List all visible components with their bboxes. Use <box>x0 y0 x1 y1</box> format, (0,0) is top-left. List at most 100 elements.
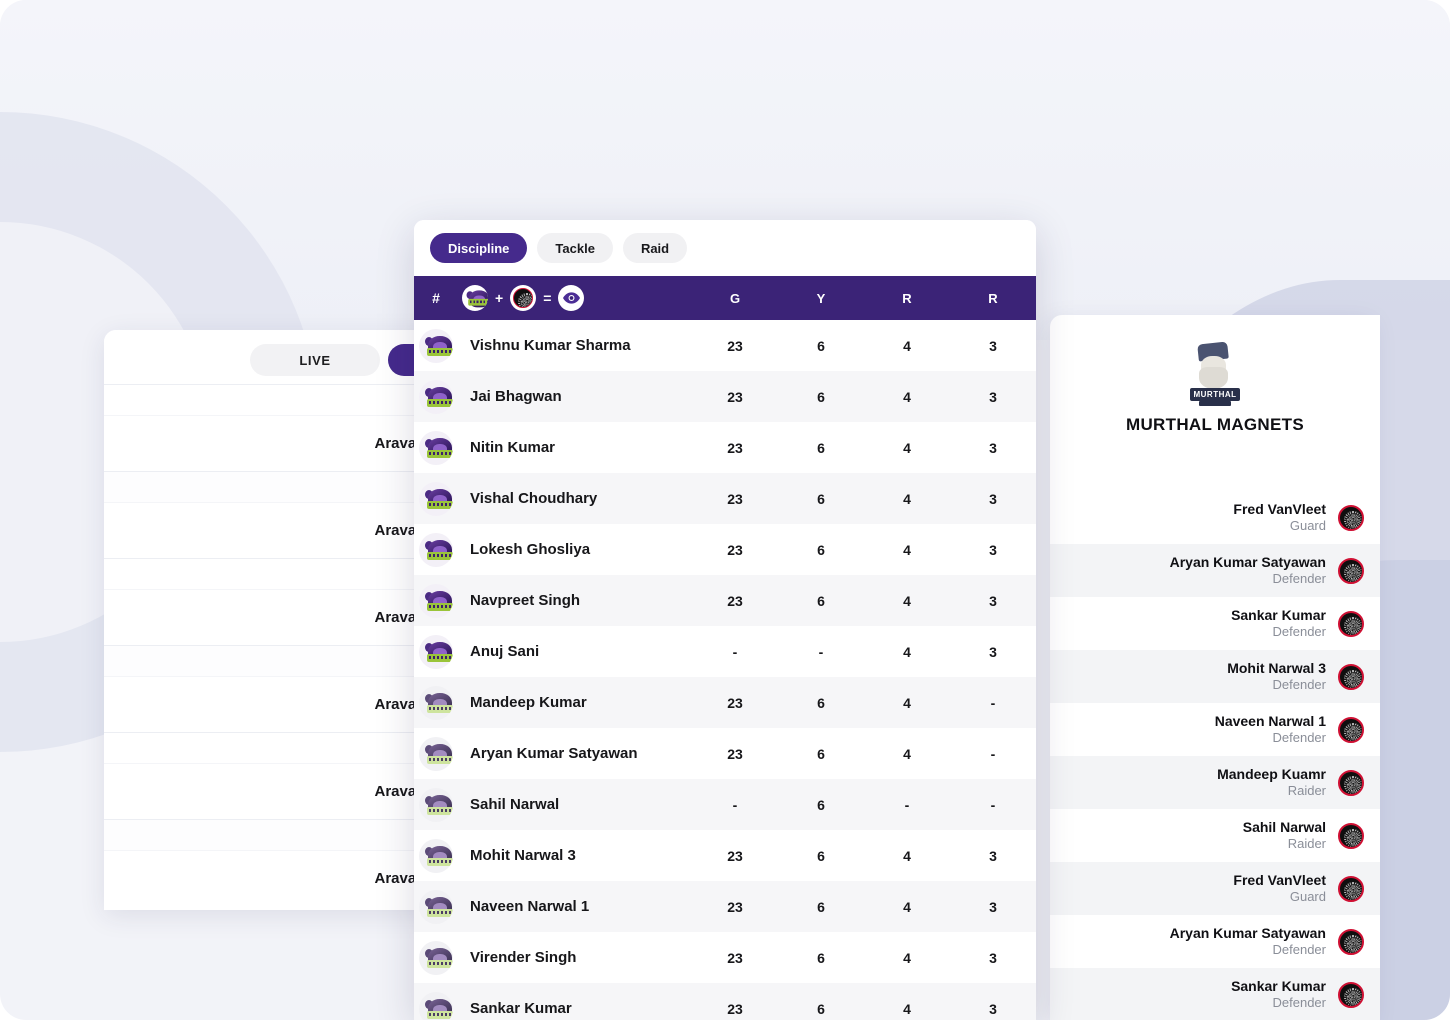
roster-player-position: Defender <box>1272 571 1326 587</box>
table-row[interactable]: Lokesh Ghosliya 23 6 4 3 <box>414 524 1036 575</box>
row-avatar-cell <box>414 736 458 771</box>
raptors-badge-icon <box>1338 981 1364 1008</box>
roster-player-name: Mandeep Kuamr <box>1217 765 1326 782</box>
stat-value: 23 <box>727 745 743 762</box>
avatar <box>419 634 453 669</box>
row-avatar-cell <box>414 583 458 618</box>
aravalli-arrows-logo-icon <box>425 641 453 663</box>
aravalli-arrows-logo-icon <box>425 335 453 357</box>
row-avatar-cell <box>414 430 458 465</box>
column-index-label: # <box>432 290 440 306</box>
table-row[interactable]: Mohit Narwal 3 23 6 4 3 <box>414 830 1036 881</box>
tab-discipline[interactable]: Discipline <box>430 233 528 263</box>
aravalli-arrows-logo-icon <box>425 845 453 867</box>
roster-list-item[interactable]: Sankar Kumar Defender <box>1050 968 1380 1020</box>
roster-list: Fred VanVleet Guard Aryan Kumar Satyawan De… <box>1050 491 1380 1020</box>
avatar <box>419 991 453 1020</box>
stat-value: 6 <box>817 898 825 915</box>
stats-table-header: # + = G Y R R <box>414 276 1036 320</box>
avatar <box>419 736 453 771</box>
stat-value: 4 <box>903 949 911 966</box>
tab-tackle[interactable]: Tackle <box>537 233 613 263</box>
player-name: Vishal Choudhary <box>470 490 598 507</box>
column-header-r1[interactable]: R <box>864 291 950 306</box>
stat-value: 23 <box>727 592 743 609</box>
stat-value: - <box>990 796 996 813</box>
eye-icon[interactable] <box>558 285 585 311</box>
table-row[interactable]: Sahil Narwal - 6 - - <box>414 779 1036 830</box>
stat-value: 3 <box>989 949 997 966</box>
stat-value: 6 <box>817 694 825 711</box>
stat-value: 3 <box>989 490 997 507</box>
avatar <box>419 379 453 414</box>
stat-value: 4 <box>903 1000 911 1017</box>
stat-value: 4 <box>903 490 911 507</box>
aravalli-arrows-logo-icon <box>425 743 453 765</box>
stat-value: 4 <box>903 898 911 915</box>
tab-raid[interactable]: Raid <box>622 233 688 263</box>
roster-list-item[interactable]: Mohit Narwal 3 Defender <box>1050 650 1380 703</box>
raptors-badge-icon <box>1338 928 1364 955</box>
stat-value: 23 <box>727 847 743 864</box>
player-name: Lokesh Ghosliya <box>470 541 591 558</box>
roster-player-position: Defender <box>1272 624 1326 640</box>
stat-value: 23 <box>727 541 743 558</box>
player-name: Navpreet Singh <box>470 592 581 609</box>
murthal-magnets-logo-icon: MURTHAL <box>1186 341 1244 406</box>
table-row[interactable]: Sankar Kumar 23 6 4 3 <box>414 983 1036 1020</box>
team-comparison-icons: + = <box>458 285 692 311</box>
roster-player-name: Aryan Kumar Satyawan <box>1169 924 1326 941</box>
stat-value: 23 <box>727 949 743 966</box>
tab-tackle-label: Tackle <box>555 240 595 256</box>
table-row[interactable]: Virender Singh 23 6 4 3 <box>414 932 1036 983</box>
roster-list-item[interactable]: Naveen Narwal 1 Defender <box>1050 703 1380 756</box>
stat-value: 23 <box>727 1000 743 1017</box>
stat-value: - <box>990 694 996 711</box>
table-row[interactable]: Navpreet Singh 23 6 4 3 <box>414 575 1036 626</box>
table-row[interactable]: Vishal Choudhary 23 6 4 3 <box>414 473 1036 524</box>
stat-value: 23 <box>727 337 743 354</box>
roster-player-name: Aryan Kumar Satyawan <box>1169 553 1326 570</box>
roster-list-item[interactable]: Fred VanVleet Guard <box>1050 862 1380 915</box>
avatar <box>419 328 453 363</box>
column-header-y[interactable]: Y <box>778 291 864 306</box>
table-row[interactable]: Anuj Sani - - 4 3 <box>414 626 1036 677</box>
roster-list-item[interactable]: Sankar Kumar Defender <box>1050 597 1380 650</box>
roster-list-item[interactable]: Aryan Kumar Satyawan Defender <box>1050 915 1380 968</box>
table-row[interactable]: Vishnu Kumar Sharma 23 6 4 3 <box>414 320 1036 371</box>
stat-value: 6 <box>817 541 825 558</box>
roster-player-name: Mohit Narwal 3 <box>1227 659 1326 676</box>
column-header-r2[interactable]: R <box>950 291 1036 306</box>
player-stats-panel: Discipline Tackle Raid # + = G Y R R Vis… <box>414 220 1036 1020</box>
roster-list-item[interactable]: Mandeep Kuamr Raider <box>1050 756 1380 809</box>
table-row[interactable]: Mandeep Kumar 23 6 4 - <box>414 677 1036 728</box>
table-row[interactable]: Nitin Kumar 23 6 4 3 <box>414 422 1036 473</box>
table-row[interactable]: Jai Bhagwan 23 6 4 3 <box>414 371 1036 422</box>
player-name: Mandeep Kumar <box>470 694 587 711</box>
plus-operator: + <box>495 290 504 306</box>
row-avatar-cell <box>414 328 458 363</box>
roster-list-item[interactable]: Sahil Narwal Raider <box>1050 809 1380 862</box>
player-name: Vishnu Kumar Sharma <box>470 337 631 354</box>
table-row[interactable]: Aryan Kumar Satyawan 23 6 4 - <box>414 728 1036 779</box>
roster-list-item[interactable]: Aryan Kumar Satyawan Defender <box>1050 544 1380 597</box>
avatar <box>419 430 453 465</box>
row-avatar-cell <box>414 685 458 720</box>
stat-value: - <box>990 745 996 762</box>
stat-value: 6 <box>817 796 825 813</box>
stat-value: 4 <box>903 439 911 456</box>
row-avatar-cell <box>414 787 458 822</box>
column-header-g[interactable]: G <box>692 291 778 306</box>
aravalli-arrows-logo-icon <box>425 896 453 918</box>
table-row[interactable]: Naveen Narwal 1 23 6 4 3 <box>414 881 1036 932</box>
stat-value: 6 <box>817 847 825 864</box>
avatar <box>419 532 453 567</box>
roster-list-item[interactable]: Fred VanVleet Guard <box>1050 491 1380 544</box>
player-name: Aryan Kumar Satyawan <box>470 745 638 762</box>
toggle-live[interactable]: LIVE <box>250 344 380 376</box>
avatar <box>419 940 453 975</box>
roster-item-text: Fred VanVleet Guard <box>1233 872 1326 906</box>
roster-player-position: Defender <box>1272 942 1326 958</box>
raptors-badge-icon <box>1338 875 1364 902</box>
roster-item-text: Mandeep Kuamr Raider <box>1217 766 1326 800</box>
